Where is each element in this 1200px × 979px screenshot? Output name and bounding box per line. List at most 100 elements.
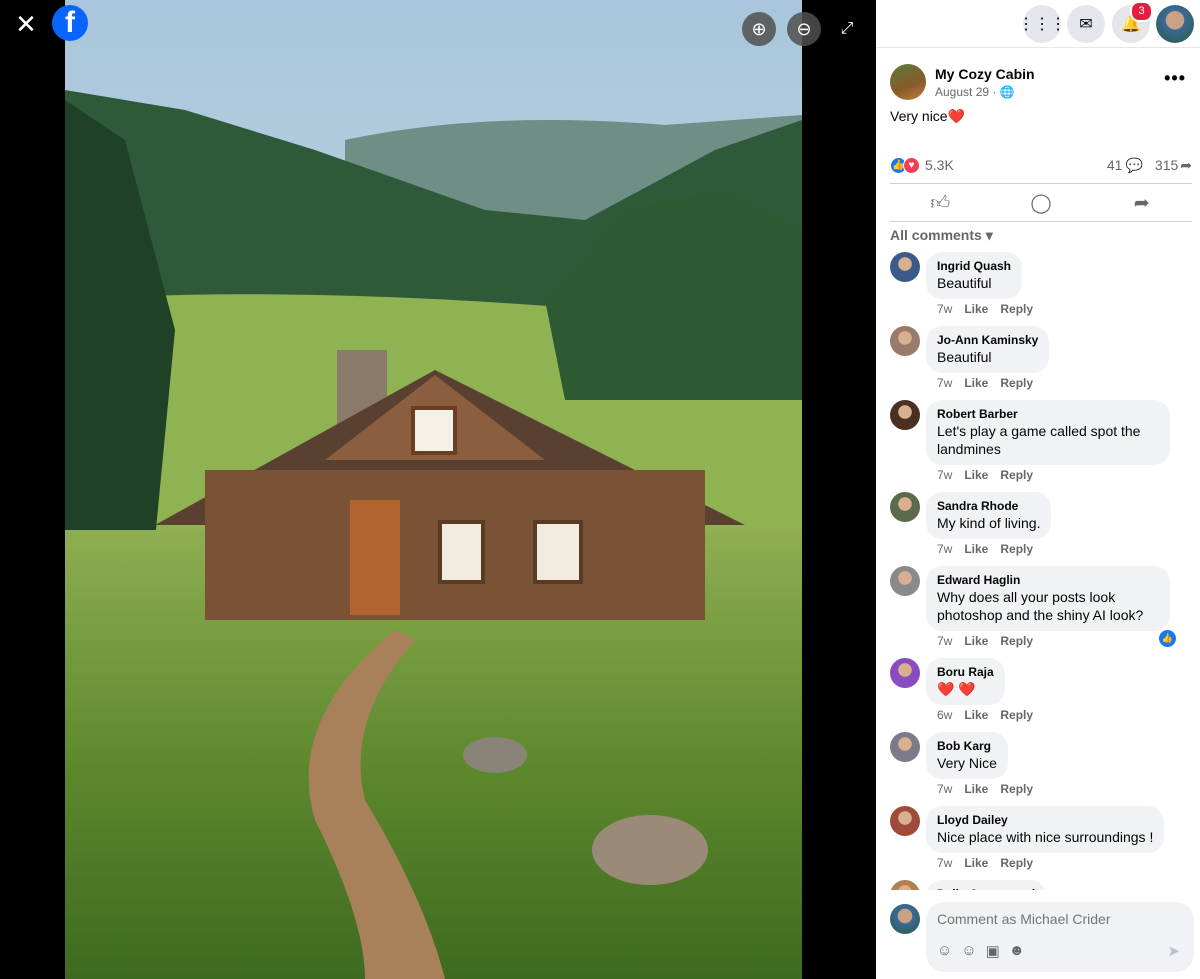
comment-reply-button[interactable]: Reply [1000, 302, 1033, 316]
more-options-icon[interactable]: ••• [1164, 68, 1186, 89]
comment-like-button[interactable]: Like [964, 856, 988, 870]
thumbs-up-icon: 👍︎ [930, 193, 951, 214]
commenter-avatar[interactable] [890, 326, 920, 356]
commenter-avatar[interactable] [890, 880, 920, 890]
commenter-avatar[interactable] [890, 492, 920, 522]
commenter-name[interactable]: Bob Karg [937, 738, 997, 754]
commenter-avatar[interactable] [890, 732, 920, 762]
commenter-name[interactable]: Boru Raja [937, 664, 994, 680]
post-text: Very nice❤️ [890, 108, 966, 124]
notifications-bell-icon[interactable]: 🔔 3 [1112, 1, 1153, 43]
commenter-name[interactable]: Della Greenwood [937, 886, 1035, 890]
comment-like-button[interactable]: Like [964, 376, 988, 390]
page-name[interactable]: My Cozy Cabin [935, 66, 1035, 82]
comment-reply-button[interactable]: Reply [1000, 634, 1033, 648]
comment-bubble: Ingrid Quash Beautiful [926, 252, 1023, 299]
commenter-name[interactable]: Edward Haglin [937, 572, 1159, 588]
comment-time[interactable]: 7w [937, 468, 952, 482]
comment-reply-button[interactable]: Reply [1000, 468, 1033, 482]
comment-text: Beautiful [937, 275, 992, 291]
comment-text: ❤️ ❤️ [937, 681, 976, 697]
divider [890, 183, 1192, 184]
like-button[interactable]: 👍︎ [890, 186, 991, 221]
comment-reply-button[interactable]: Reply [1000, 376, 1033, 390]
post-panel: ⋮⋮⋮ ✉ 🔔 3 My Cozy Cabin August 29 · 🌐 •••… [876, 0, 1200, 979]
commenter-name[interactable]: Jo-Ann Kaminsky [937, 332, 1038, 348]
share-icon: ➦ [1133, 193, 1150, 214]
comment-reply-button[interactable]: Reply [1000, 856, 1033, 870]
comment-like-button[interactable]: Like [964, 634, 988, 648]
avatar-sticker-icon[interactable]: ☺ [937, 942, 952, 960]
comment-bubble: Boru Raja ❤️ ❤️ [926, 658, 1005, 705]
commenter-name[interactable]: Ingrid Quash [937, 258, 1011, 274]
facebook-logo[interactable]: f [52, 5, 88, 41]
shares-count[interactable]: 315 [1155, 157, 1178, 173]
comment-time[interactable]: 7w [937, 634, 952, 648]
comment-bubble: Jo-Ann Kaminsky Beautiful [926, 326, 1050, 373]
top-navbar: ⋮⋮⋮ ✉ 🔔 3 [876, 0, 1200, 48]
comment-box: ☺ ☺ ▣ ☻ ➤ [926, 902, 1194, 972]
reactions-count[interactable]: 5.3K [925, 157, 954, 173]
comment-like-button[interactable]: Like [964, 468, 988, 482]
fullscreen-icon[interactable]: ⤢ [836, 18, 858, 40]
comment-like-button[interactable]: Like [964, 708, 988, 722]
comment-time[interactable]: 7w [937, 542, 952, 556]
comments-count[interactable]: 41 [1107, 157, 1123, 173]
comment-item: Robert Barber Let's play a game called s… [890, 400, 1192, 484]
comment-reply-button[interactable]: Reply [1000, 708, 1033, 722]
post-date-text[interactable]: August 29 · [935, 85, 1000, 99]
comment-reply-button[interactable]: Reply [1000, 782, 1033, 796]
comment-sort-dropdown[interactable]: All comments ▾ [890, 227, 993, 244]
comment-like-button[interactable]: Like [964, 302, 988, 316]
cabin-photo-image [65, 0, 802, 979]
commenter-name[interactable]: Lloyd Dailey [937, 812, 1153, 828]
commenter-name[interactable]: Sandra Rhode [937, 498, 1040, 514]
comment-text: Beautiful [937, 349, 992, 365]
comment-composer: ☺ ☺ ▣ ☻ ➤ [890, 902, 1194, 972]
commenter-avatar[interactable] [890, 566, 920, 596]
comment-item: Jo-Ann Kaminsky Beautiful 7w Like Reply [890, 326, 1192, 392]
share-button[interactable]: ➦ [1091, 186, 1192, 221]
comment-text: Why does all your posts look photoshop a… [937, 589, 1144, 623]
post-actions: 👍︎ ◯ ➦ [890, 186, 1192, 221]
comment-meta: 7w Like Reply 👍 [926, 630, 1192, 650]
commenter-avatar[interactable] [890, 400, 920, 430]
comment-button[interactable]: ◯ [991, 186, 1092, 221]
commenter-avatar[interactable] [890, 658, 920, 688]
zoom-in-icon[interactable]: ⊕ [742, 12, 776, 46]
send-icon[interactable]: ➤ [1167, 942, 1180, 960]
gif-icon[interactable]: ▣ [986, 942, 1000, 960]
comment-meta: 7w Like Reply [926, 302, 1192, 318]
comment-time[interactable]: 7w [937, 302, 952, 316]
comment-time[interactable]: 7w [937, 376, 952, 390]
comment-bubble-icon: 💬 [1125, 156, 1143, 173]
comment-bubble: Edward Haglin Why does all your posts lo… [926, 566, 1170, 631]
comment-text: Let's play a game called spot the landmi… [937, 423, 1141, 457]
commenter-avatar[interactable] [890, 806, 920, 836]
comment-like-button[interactable]: Like [964, 782, 988, 796]
comment-time[interactable]: 6w [937, 708, 952, 722]
user-avatar[interactable] [890, 904, 920, 934]
comment-item: Ingrid Quash Beautiful 7w Like Reply [890, 252, 1192, 318]
sticker-icon[interactable]: ☻ [1009, 942, 1025, 960]
menu-grid-icon[interactable]: ⋮⋮⋮ [1018, 5, 1066, 43]
comment-item: Sandra Rhode My kind of living. 7w Like Re… [890, 492, 1192, 558]
comment-item: Bob Karg Very Nice 7w Like Reply [890, 732, 1192, 798]
divider [890, 221, 1192, 222]
comment-reply-button[interactable]: Reply [1000, 542, 1033, 556]
post-photo[interactable] [65, 0, 802, 979]
page-avatar[interactable] [890, 64, 926, 100]
commenter-name[interactable]: Robert Barber [937, 406, 1159, 422]
comment-input[interactable] [937, 911, 1167, 927]
comment-time[interactable]: 7w [937, 856, 952, 870]
account-avatar[interactable] [1156, 5, 1194, 43]
comment-time[interactable]: 7w [937, 782, 952, 796]
emoji-icon[interactable]: ☺ [961, 942, 976, 960]
close-icon[interactable]: ✕ [12, 9, 40, 39]
comments-list[interactable]: Ingrid Quash Beautiful 7w Like Reply Jo-An… [890, 252, 1192, 890]
commenter-avatar[interactable] [890, 252, 920, 282]
comment-like-button[interactable]: Like [964, 542, 988, 556]
comment-text: Nice place with nice surroundings ! [937, 829, 1154, 845]
messenger-icon[interactable]: ✉ [1067, 5, 1105, 43]
zoom-out-icon[interactable]: ⊖ [787, 12, 821, 46]
